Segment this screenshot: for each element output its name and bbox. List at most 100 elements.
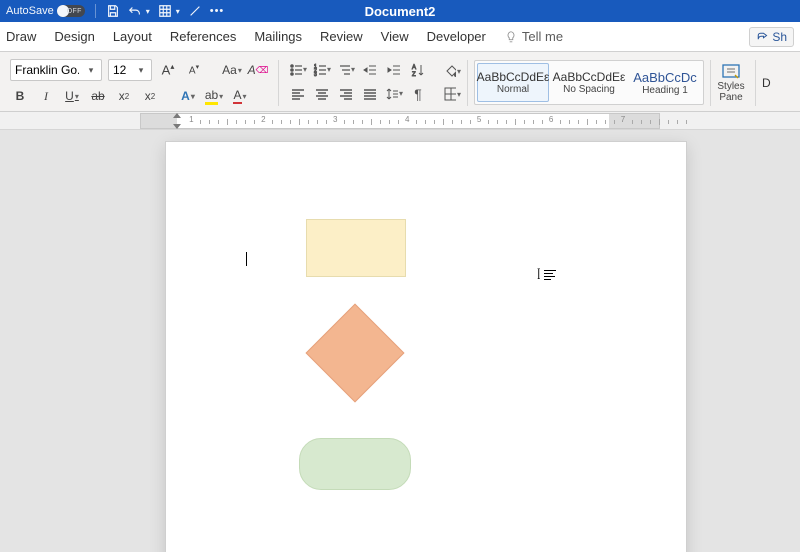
align-left-button[interactable] — [289, 85, 307, 103]
tell-me-search[interactable]: Tell me — [504, 29, 563, 44]
font-name-combo[interactable]: ▾ — [10, 59, 102, 81]
paint-bucket-icon — [443, 63, 456, 79]
shape-rectangle[interactable] — [306, 219, 406, 277]
borders-icon — [443, 86, 456, 102]
save-icon — [106, 4, 120, 18]
svg-text:3: 3 — [314, 72, 317, 78]
show-paragraph-button[interactable]: ¶ — [409, 85, 427, 103]
ribbon: ▾ ▾ A▴ A▾ Aa▾ A⌫ B I U▾ ab x2 x2 A▾ ab▾ … — [0, 52, 800, 112]
styles-pane-button[interactable]: Styles Pane — [711, 63, 751, 103]
chevron-down-icon: ▾ — [133, 65, 149, 76]
clear-formatting-button[interactable]: A⌫ — [248, 60, 268, 80]
multilevel-icon — [337, 62, 350, 78]
undo-icon — [128, 4, 142, 18]
dictate-letter: D — [762, 76, 773, 90]
superscript-button[interactable]: x2 — [140, 86, 160, 106]
toggle-off-icon: OFF — [57, 5, 85, 17]
ribbon-tabs: Draw Design Layout References Mailings R… — [0, 22, 800, 52]
borders-button[interactable]: ▾ — [443, 85, 461, 103]
document-title: Document2 — [365, 4, 436, 19]
strikethrough-button[interactable]: ab — [88, 86, 108, 106]
quick-access-toolbar: AutoSave OFF ▾ ▾ ••• — [0, 4, 224, 18]
font-size-input[interactable] — [109, 63, 133, 77]
bullets-button[interactable]: ▾ — [289, 61, 307, 79]
highlight-button[interactable]: ab▾ — [204, 86, 224, 106]
tab-mailings[interactable]: Mailings — [254, 29, 302, 44]
tab-developer[interactable]: Developer — [427, 29, 486, 44]
italic-button[interactable]: I — [36, 86, 56, 106]
document-area: I — [0, 130, 800, 552]
lightbulb-icon — [504, 30, 518, 44]
drawing-tool-button[interactable] — [188, 4, 202, 18]
align-right-icon — [338, 86, 354, 102]
tab-design[interactable]: Design — [54, 29, 94, 44]
increase-indent-button[interactable] — [385, 61, 403, 79]
svg-text:Z: Z — [412, 72, 416, 78]
outdent-icon — [362, 62, 378, 78]
ruler-bar: 1234567 — [0, 112, 800, 130]
separator — [755, 60, 756, 106]
text-caret — [246, 252, 247, 266]
chevron-down-icon: ▾ — [83, 65, 99, 76]
tab-layout[interactable]: Layout — [113, 29, 152, 44]
grid-icon — [158, 4, 172, 18]
share-icon — [756, 31, 768, 43]
text-effects-button[interactable]: A▾ — [178, 86, 198, 106]
sort-button[interactable]: AZ — [409, 61, 427, 79]
title-bar: AutoSave OFF ▾ ▾ ••• Document2 — [0, 0, 800, 22]
indent-icon — [386, 62, 402, 78]
numbering-button[interactable]: 123▾ — [313, 61, 331, 79]
sort-icon: AZ — [410, 62, 426, 78]
subscript-button[interactable]: x2 — [114, 86, 134, 106]
font-name-input[interactable] — [11, 63, 83, 77]
bold-button[interactable]: B — [10, 86, 30, 106]
undo-button[interactable]: ▾ — [128, 4, 150, 18]
tab-review[interactable]: Review — [320, 29, 363, 44]
decrease-indent-button[interactable] — [361, 61, 379, 79]
save-button[interactable] — [106, 4, 120, 18]
paragraph-extra: ▾ ▾ — [437, 56, 467, 109]
justify-button[interactable] — [361, 85, 379, 103]
underline-button[interactable]: U▾ — [62, 86, 82, 106]
decrease-font-button[interactable]: A▾ — [184, 60, 204, 80]
line-icon — [188, 4, 202, 18]
increase-font-button[interactable]: A▴ — [158, 60, 178, 80]
change-case-button[interactable]: Aa▾ — [222, 60, 242, 80]
page[interactable]: I — [166, 142, 686, 552]
shape-diamond[interactable] — [306, 304, 405, 403]
separator — [95, 4, 96, 18]
svg-text:A: A — [412, 65, 416, 71]
bullet-list-icon — [289, 62, 302, 78]
horizontal-ruler[interactable]: 1234567 — [140, 113, 660, 129]
paragraph-group: ▾ 123▾ ▾ AZ ▾ ¶ — [279, 56, 437, 109]
styles-pane-icon — [721, 63, 741, 81]
font-size-combo[interactable]: ▾ — [108, 59, 152, 81]
align-center-button[interactable] — [313, 85, 331, 103]
autosave-label: AutoSave — [6, 5, 54, 17]
shape-rounded-rect[interactable] — [299, 438, 411, 490]
styles-group: AaBbCcDdEε Normal AaBbCcDdEε No Spacing … — [468, 56, 710, 109]
styles-gallery[interactable]: AaBbCcDdEε Normal AaBbCcDdEε No Spacing … — [474, 60, 704, 105]
share-button[interactable]: Sh — [749, 27, 794, 47]
style-heading-1[interactable]: AaBbCcDc Heading 1 — [629, 63, 701, 102]
font-group: ▾ ▾ A▴ A▾ Aa▾ A⌫ B I U▾ ab x2 x2 A▾ ab▾ … — [0, 56, 278, 109]
line-spacing-button[interactable]: ▾ — [385, 85, 403, 103]
align-right-button[interactable] — [337, 85, 355, 103]
text-cursor-icon: I — [536, 266, 556, 284]
tab-draw[interactable]: Draw — [6, 29, 36, 44]
style-no-spacing[interactable]: AaBbCcDdEε No Spacing — [553, 63, 625, 102]
table-quick-button[interactable]: ▾ — [158, 4, 180, 18]
multilevel-list-button[interactable]: ▾ — [337, 61, 355, 79]
align-center-icon — [314, 86, 330, 102]
autosave-toggle[interactable]: AutoSave OFF — [6, 5, 85, 17]
font-color-button[interactable]: A▾ — [230, 86, 250, 106]
justify-icon — [362, 86, 378, 102]
style-normal[interactable]: AaBbCcDdEε Normal — [477, 63, 549, 102]
line-spacing-icon — [385, 86, 398, 102]
align-left-icon — [290, 86, 306, 102]
tab-view[interactable]: View — [381, 29, 409, 44]
more-commands-button[interactable]: ••• — [210, 5, 225, 17]
number-list-icon: 123 — [313, 62, 326, 78]
shading-button[interactable]: ▾ — [443, 62, 461, 80]
tab-references[interactable]: References — [170, 29, 236, 44]
